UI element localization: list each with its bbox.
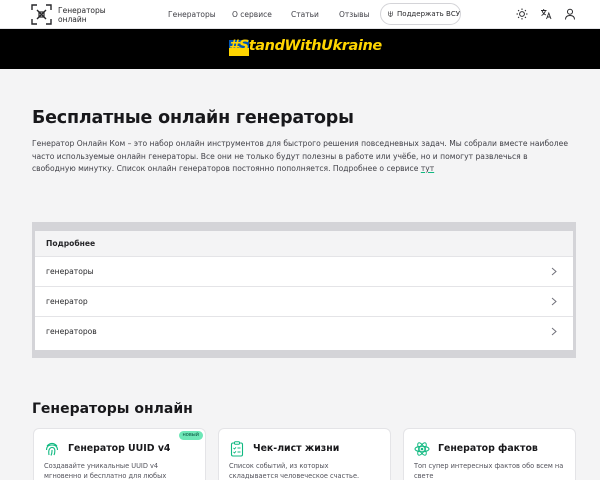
page-description: Генератор Онлайн Ком – это набор онлайн … [32, 138, 572, 176]
logo-icon[interactable] [31, 4, 52, 25]
new-badge: новый [178, 431, 203, 440]
chevron-right-icon [551, 297, 557, 306]
nav-articles[interactable]: Статьи [291, 10, 319, 19]
details-item[interactable]: генераторов [35, 317, 573, 347]
card-description: Список событий, из которых складывается … [229, 462, 360, 480]
logo-text-line1: Генераторы [58, 6, 106, 15]
language-icon[interactable] [540, 8, 552, 20]
card-description: Создавайте уникальные UUID v4 мгновенно … [44, 462, 167, 480]
details-header: Подробнее [35, 231, 573, 257]
banner-text: #StandWithUkraine [229, 38, 382, 54]
logo-text-line2: онлайн [58, 15, 87, 24]
chevron-right-icon [551, 327, 557, 336]
checklist-icon [230, 441, 244, 457]
generator-card-checklist[interactable]: Чек-лист жизни Список событий, из которы… [218, 428, 391, 480]
support-button[interactable]: Поддержать ВСУ [380, 3, 461, 25]
theme-toggle-icon[interactable] [516, 8, 528, 20]
details-item[interactable]: генераторы [35, 257, 573, 287]
description-text: Генератор Онлайн Ком – это набор онлайн … [32, 139, 569, 173]
card-description: Топ супер интересных фактов обо всем на … [414, 462, 564, 480]
details-item[interactable]: генератор [35, 287, 573, 317]
details-heading: Подробнее [46, 239, 96, 248]
page-title: Бесплатные онлайн генераторы [32, 108, 354, 128]
section-title: Генераторы онлайн [32, 401, 193, 417]
logo-text[interactable]: Генераторы онлайн [58, 6, 106, 24]
card-title: Генератор фактов [438, 443, 538, 454]
atom-icon [414, 442, 430, 456]
card-title: Чек-лист жизни [253, 443, 340, 454]
details-item-label: генератор [46, 297, 88, 306]
details-item-label: генераторов [46, 327, 97, 336]
card-title: Генератор UUID v4 [68, 443, 171, 454]
nav-reviews[interactable]: Отзывы [339, 10, 370, 19]
chevron-right-icon [551, 267, 557, 276]
user-icon[interactable] [564, 8, 576, 20]
about-link[interactable]: тут [421, 164, 434, 173]
site-header: Генераторы онлайн Генераторы О сервисе С… [0, 0, 600, 29]
details-item-label: генераторы [46, 267, 94, 276]
fingerprint-icon [45, 442, 59, 456]
support-label: Поддержать ВСУ [397, 10, 460, 18]
trident-icon [388, 11, 393, 17]
generator-card-facts[interactable]: Генератор фактов Топ супер интересных фа… [403, 428, 576, 480]
nav-about[interactable]: О сервисе [232, 10, 272, 19]
generator-card-uuid[interactable]: Генератор UUID v4 Создавайте уникальные … [33, 428, 206, 480]
nav-generators[interactable]: Генераторы [168, 10, 216, 19]
